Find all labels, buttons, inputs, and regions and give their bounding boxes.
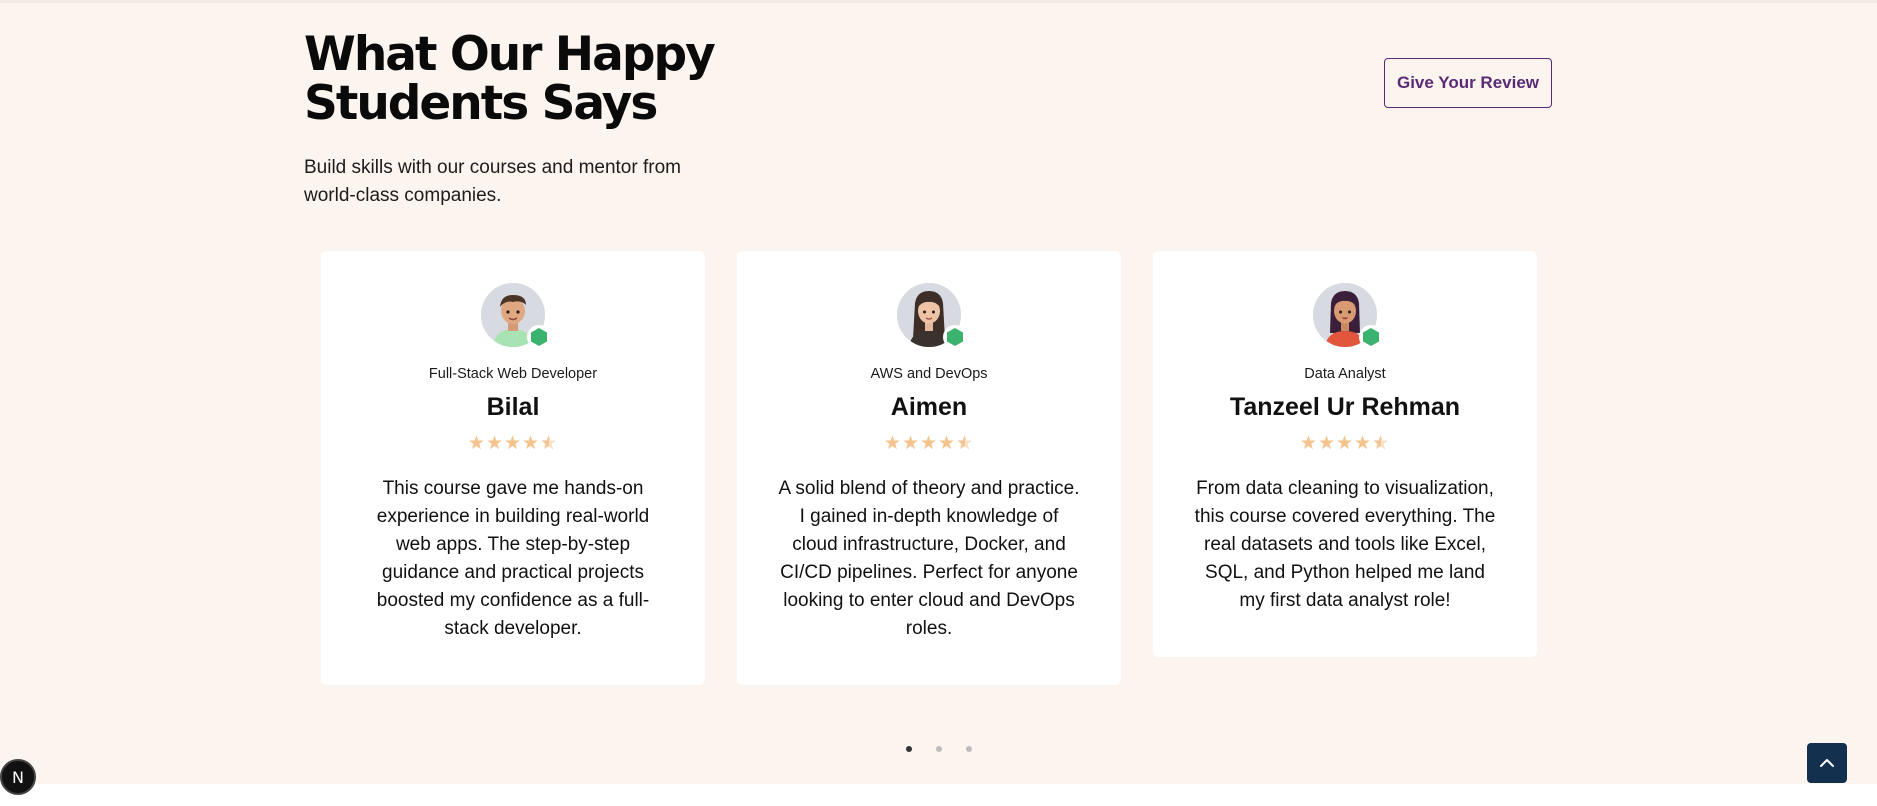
section-divider <box>0 0 1877 3</box>
student-role: Data Analyst <box>1304 366 1386 382</box>
chevron-up-icon <box>1820 759 1834 767</box>
student-name: Aimen <box>890 393 968 421</box>
nextjs-devtools-button[interactable]: N <box>0 759 36 795</box>
student-role: Full-Stack Web Developer <box>428 366 598 382</box>
star-half-icon: ★ <box>1372 433 1390 455</box>
testimonial-card: Full-Stack Web Developer Bilal ★★★★★ Thi… <box>321 251 705 685</box>
star-rating: ★★★★★ <box>775 433 1083 455</box>
verified-badge-icon <box>527 325 551 349</box>
student-name: Bilal <box>486 393 540 421</box>
carousel-dot-2[interactable] <box>935 746 942 752</box>
testimonial-card: Data Analyst Tanzeel Ur Rehman ★★★★★ Fro… <box>1153 251 1537 657</box>
star-half-icon: ★ <box>956 433 974 455</box>
give-review-button[interactable]: Give Your Review <box>1384 58 1552 108</box>
star-rating: ★★★★★ <box>1191 433 1499 455</box>
student-name: Tanzeel Ur Rehman <box>1229 393 1461 421</box>
verified-badge-icon <box>943 325 967 349</box>
star-icon: ★★★★ <box>1299 433 1373 454</box>
testimonial-card: AWS and DevOps Aimen ★★★★★ A solid blend… <box>737 251 1121 685</box>
section-subtitle: Build skills with our courses and mentor… <box>304 157 681 206</box>
scroll-to-top-button[interactable] <box>1807 743 1847 783</box>
star-icon: ★★★★ <box>883 433 957 454</box>
section-title: What Our Happy Students Says <box>304 27 716 131</box>
star-half-icon: ★ <box>540 433 558 455</box>
avatar <box>1313 283 1383 349</box>
star-rating: ★★★★★ <box>359 433 667 455</box>
carousel-dot-1[interactable] <box>905 746 912 752</box>
avatar <box>481 283 551 349</box>
testimonial-quote: From data cleaning to visualization, thi… <box>1194 478 1496 611</box>
testimonials-section: What Our Happy Students Says Build skill… <box>0 0 1877 784</box>
carousel-dot-3[interactable] <box>965 746 972 752</box>
student-role: AWS and DevOps <box>870 366 988 382</box>
carousel-pagination <box>0 739 1877 757</box>
avatar <box>897 283 967 349</box>
star-icon: ★★★★ <box>467 433 541 454</box>
testimonial-quote: A solid blend of theory and practice. I … <box>778 478 1080 639</box>
verified-badge-icon <box>1359 325 1383 349</box>
testimonial-quote: This course gave me hands-on experience … <box>376 478 650 639</box>
